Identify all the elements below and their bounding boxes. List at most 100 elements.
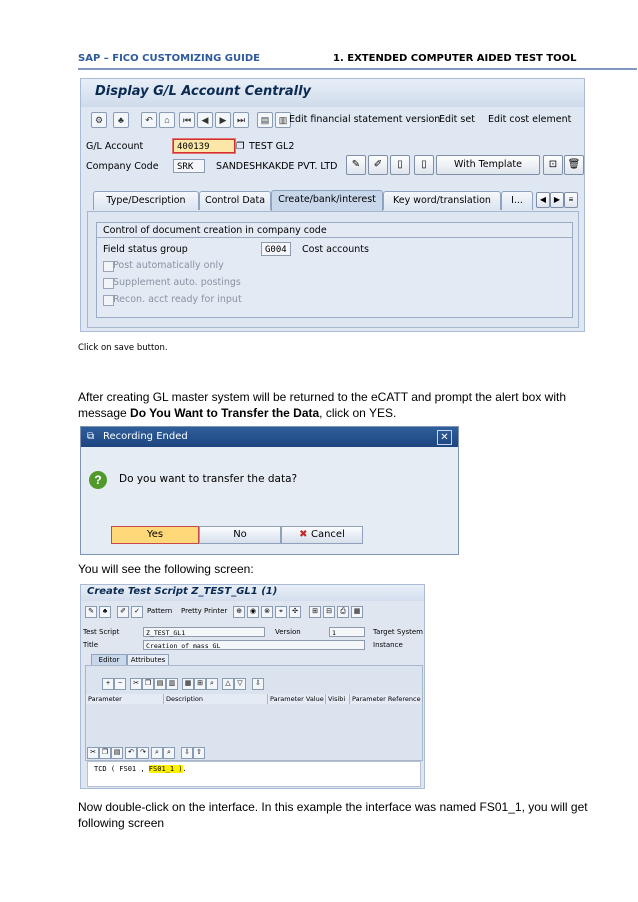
parameter-toolbar: + − ✂ ❐ ▤ ▥ ▦ ⊞ ⌕ △ ▽ ⇩ xyxy=(102,678,264,690)
append-icon[interactable]: ▥ xyxy=(166,678,178,690)
cut-icon[interactable]: ✂ xyxy=(130,678,142,690)
header-guide-title: SAP – FICO CUSTOMIZING GUIDE xyxy=(78,53,260,64)
column-description[interactable]: Description xyxy=(164,694,268,704)
tab-type-description[interactable]: Type/Description xyxy=(93,191,199,210)
script-title-bar: Create Test Script Z_TEST_GL1 (1) xyxy=(81,585,424,601)
display-object-icon[interactable]: ⌖ xyxy=(275,606,287,618)
tab-more[interactable]: I... xyxy=(501,191,533,210)
lock-icon[interactable]: ⊡ xyxy=(543,155,563,175)
tab-create-bank-interest[interactable]: Create/bank/interest xyxy=(271,190,383,211)
editor-copy-icon[interactable]: ❐ xyxy=(99,747,111,759)
edit-set-button[interactable]: Edit set xyxy=(439,114,475,125)
company-code-description: SANDESHKAKDE PVT. LTD xyxy=(216,161,338,172)
gl-account-description: TEST GL2 xyxy=(249,141,295,152)
recon-account-label: Recon. acct ready for input xyxy=(113,294,242,305)
table-icon[interactable]: ▦ xyxy=(182,678,194,690)
with-template-button[interactable]: With Template xyxy=(436,155,540,175)
print-icon[interactable]: ⎙ xyxy=(337,606,349,618)
pattern-button[interactable]: Pattern xyxy=(147,607,172,615)
dialog-window-icon: ⧉ xyxy=(87,431,95,442)
other-object-icon[interactable]: ✎ xyxy=(85,606,97,618)
cancel-x-icon: ✖ xyxy=(299,529,311,540)
code-interface-highlight[interactable]: FS01_1 ) xyxy=(148,765,183,773)
sort-up-icon[interactable]: △ xyxy=(222,678,234,690)
first-icon[interactable]: ⏮ xyxy=(179,112,195,128)
display-change-icon[interactable]: ✎ xyxy=(346,155,366,175)
find-next-icon[interactable]: ⌕ xyxy=(163,747,175,759)
instruction-save: Click on save button. xyxy=(78,343,168,353)
editor-paste-icon[interactable]: ▤ xyxy=(111,747,123,759)
insert-file-icon[interactable]: ⇩ xyxy=(181,747,193,759)
column-parameter-value[interactable]: Parameter Value xyxy=(268,694,326,704)
script-editor[interactable]: TCD ( FS01 , FS01_1 ). xyxy=(87,761,421,787)
gl-account-input[interactable]: 400139 xyxy=(172,138,236,154)
edit-pencil-icon[interactable]: ✐ xyxy=(368,155,388,175)
edit-cost-element-button[interactable]: Edit cost element xyxy=(488,114,571,125)
undo-icon[interactable]: ↶ xyxy=(125,747,137,759)
download-icon[interactable]: ⇧ xyxy=(193,747,205,759)
title-input[interactable]: Creation of mass GL xyxy=(143,640,365,650)
check-icon[interactable]: ✓ xyxy=(131,606,143,618)
delete-icon[interactable]: 🗑 xyxy=(564,155,584,175)
editor-find-icon[interactable]: ⌕ xyxy=(151,747,163,759)
company-code-input[interactable]: SRK xyxy=(173,159,205,173)
paste-icon[interactable]: ▤ xyxy=(154,678,166,690)
tab-scroll-left-icon[interactable]: ◀ xyxy=(536,192,550,208)
prev-icon[interactable]: ◀ xyxy=(197,112,213,128)
where-used-icon[interactable]: ⊗ xyxy=(261,606,273,618)
window-title: Display G/L Account Centrally xyxy=(95,84,311,99)
layout-icon[interactable]: ▦ xyxy=(351,606,363,618)
copy-icon[interactable]: ❐ xyxy=(142,678,154,690)
detail-icon[interactable]: ⊞ xyxy=(194,678,206,690)
no-button[interactable]: No xyxy=(199,526,281,544)
tab-control-data[interactable]: Control Data xyxy=(199,191,271,210)
create-icon[interactable]: ▯ xyxy=(390,155,410,175)
edit-icon[interactable]: ✐ xyxy=(117,606,129,618)
export-icon[interactable]: ⇩ xyxy=(252,678,264,690)
filter-icon[interactable]: ▽ xyxy=(234,678,246,690)
last-icon[interactable]: ⏭ xyxy=(233,112,249,128)
cancel-button-label: Cancel xyxy=(310,529,345,540)
version-input[interactable]: 1 xyxy=(329,627,365,637)
create-with-template-icon[interactable]: ▯ xyxy=(414,155,434,175)
title-label: Title xyxy=(83,641,99,649)
version-label: Version xyxy=(275,628,301,636)
cancel-button[interactable]: ✖ Cancel xyxy=(281,526,363,544)
insert-row-icon[interactable]: + xyxy=(102,678,114,690)
dialog-title: Recording Ended xyxy=(103,431,188,442)
edit-fs-version-button[interactable]: Edit financial statement version xyxy=(289,114,440,125)
tab-list-icon[interactable]: ≡ xyxy=(564,192,578,208)
pretty-printer-button[interactable]: Pretty Printer xyxy=(181,607,227,615)
close-icon[interactable]: ✕ xyxy=(437,430,452,445)
document-icon[interactable]: ▤ xyxy=(257,112,273,128)
back-icon[interactable]: ↶ xyxy=(141,112,157,128)
redo-icon[interactable]: ↷ xyxy=(137,747,149,759)
screenshot-gl-account: Display G/L Account Centrally ⚙ ♣ ↶ ⌂ ⏮ … xyxy=(80,78,585,332)
column-parameter-reference[interactable]: Parameter Reference xyxy=(350,694,421,704)
tab-key-word-translation[interactable]: Key word/translation xyxy=(383,191,501,210)
field-status-group-input[interactable]: G004 xyxy=(261,242,291,256)
hierarchy-icon[interactable]: ♣ xyxy=(113,112,129,128)
column-parameter[interactable]: Parameter xyxy=(86,694,164,704)
chapter-text: . EXTENDED COMPUTER AIDED TEST TOOL xyxy=(339,53,577,64)
account-actions: ✎ ✐ ▯ ▯ With Template ⊡ 🗑 xyxy=(346,155,584,175)
yes-button-label: Yes xyxy=(146,529,164,540)
gl-account-copy-icon[interactable]: ❐ xyxy=(236,141,245,152)
execute-icon[interactable]: ⊕ xyxy=(233,606,245,618)
structure-icon[interactable]: ⊞ xyxy=(309,606,321,618)
find-icon[interactable]: ⌕ xyxy=(206,678,218,690)
forward-icon[interactable]: ⌂ xyxy=(159,112,175,128)
delete-row-icon[interactable]: − xyxy=(114,678,126,690)
debug-icon[interactable]: ◉ xyxy=(247,606,259,618)
next-icon[interactable]: ▶ xyxy=(215,112,231,128)
sort-icon[interactable]: ⊟ xyxy=(323,606,335,618)
navigate-icon[interactable]: ✣ xyxy=(289,606,301,618)
settings-icon[interactable]: ⚙ xyxy=(91,112,107,128)
yes-button[interactable]: Yes xyxy=(111,526,199,544)
hierarchy-icon[interactable]: ♣ xyxy=(99,606,111,618)
editor-cut-icon[interactable]: ✂ xyxy=(87,747,99,759)
code-line-1: TCD ( FS01 , FS01_1 ). xyxy=(94,765,187,773)
column-visibility[interactable]: Visibi xyxy=(326,694,350,704)
tab-scroll-right-icon[interactable]: ▶ xyxy=(550,192,564,208)
test-script-input[interactable]: Z_TEST_GL1 xyxy=(143,627,265,637)
